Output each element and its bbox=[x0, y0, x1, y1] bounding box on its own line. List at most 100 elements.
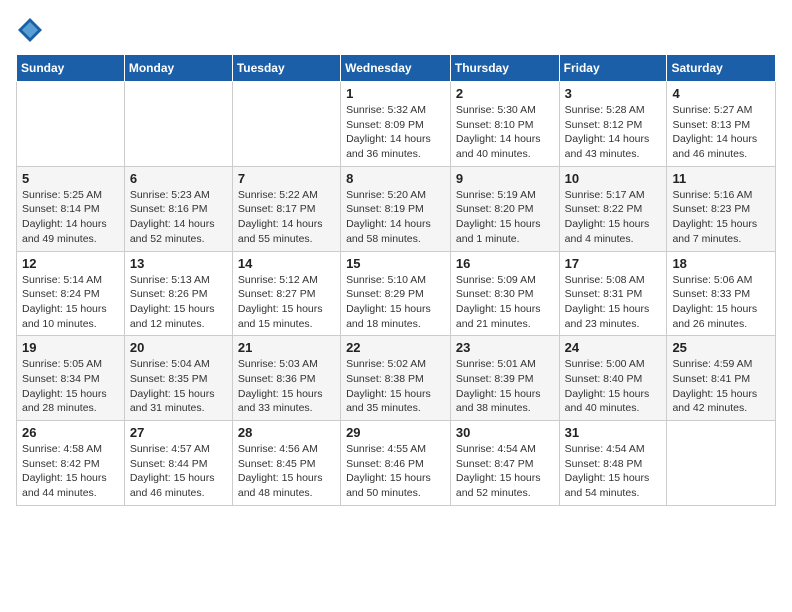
logo bbox=[16, 16, 48, 44]
day-info: Sunrise: 5:17 AMSunset: 8:22 PMDaylight:… bbox=[565, 188, 662, 247]
calendar-cell: 23 Sunrise: 5:01 AMSunset: 8:39 PMDayligh… bbox=[450, 336, 559, 421]
day-number: 21 bbox=[238, 340, 335, 355]
day-number: 23 bbox=[456, 340, 554, 355]
day-info: Sunrise: 5:03 AMSunset: 8:36 PMDaylight:… bbox=[238, 357, 335, 416]
calendar-header-row: SundayMondayTuesdayWednesdayThursdayFrid… bbox=[17, 55, 776, 82]
calendar-cell bbox=[124, 82, 232, 167]
calendar-cell: 6 Sunrise: 5:23 AMSunset: 8:16 PMDaylight… bbox=[124, 166, 232, 251]
day-number: 1 bbox=[346, 86, 445, 101]
calendar-cell: 9Sunrise: 5:19 AMSunset: 8:20 PMDaylight… bbox=[450, 166, 559, 251]
calendar-cell: 13 Sunrise: 5:13 AMSunset: 8:26 PMDayligh… bbox=[124, 251, 232, 336]
day-info: Sunrise: 4:56 AMSunset: 8:45 PMDaylight:… bbox=[238, 442, 335, 501]
day-header-sunday: Sunday bbox=[17, 55, 125, 82]
day-number: 17 bbox=[565, 256, 662, 271]
calendar-table: SundayMondayTuesdayWednesdayThursdayFrid… bbox=[16, 54, 776, 506]
day-number: 4 bbox=[672, 86, 770, 101]
calendar-week-row: 12 Sunrise: 5:14 AMSunset: 8:24 PMDayligh… bbox=[17, 251, 776, 336]
day-info: Sunrise: 5:22 AMSunset: 8:17 PMDaylight:… bbox=[238, 188, 335, 247]
calendar-cell: 8 Sunrise: 5:20 AMSunset: 8:19 PMDaylight… bbox=[341, 166, 451, 251]
day-info: Sunrise: 5:10 AMSunset: 8:29 PMDaylight:… bbox=[346, 273, 445, 332]
calendar-cell: 20Sunrise: 5:04 AMSunset: 8:35 PMDayligh… bbox=[124, 336, 232, 421]
day-info: Sunrise: 5:30 AMSunset: 8:10 PMDaylight:… bbox=[456, 103, 554, 162]
calendar-cell: 24 Sunrise: 5:00 AMSunset: 8:40 PMDayligh… bbox=[559, 336, 667, 421]
day-info: Sunrise: 5:05 AMSunset: 8:34 PMDaylight:… bbox=[22, 357, 119, 416]
calendar-week-row: 19 Sunrise: 5:05 AMSunset: 8:34 PMDayligh… bbox=[17, 336, 776, 421]
calendar-cell: 14 Sunrise: 5:12 AMSunset: 8:27 PMDayligh… bbox=[232, 251, 340, 336]
day-number: 24 bbox=[565, 340, 662, 355]
day-header-friday: Friday bbox=[559, 55, 667, 82]
day-number: 13 bbox=[130, 256, 227, 271]
calendar-cell: 12 Sunrise: 5:14 AMSunset: 8:24 PMDayligh… bbox=[17, 251, 125, 336]
day-info: Sunrise: 4:54 AMSunset: 8:48 PMDaylight:… bbox=[565, 442, 662, 501]
day-info: Sunrise: 5:00 AMSunset: 8:40 PMDaylight:… bbox=[565, 357, 662, 416]
day-info: Sunrise: 4:55 AMSunset: 8:46 PMDaylight:… bbox=[346, 442, 445, 501]
day-number: 5 bbox=[22, 171, 119, 186]
day-info: Sunrise: 5:16 AMSunset: 8:23 PMDaylight:… bbox=[672, 188, 770, 247]
calendar-cell: 5 Sunrise: 5:25 AMSunset: 8:14 PMDaylight… bbox=[17, 166, 125, 251]
day-info: Sunrise: 4:54 AMSunset: 8:47 PMDaylight:… bbox=[456, 442, 554, 501]
day-number: 9 bbox=[456, 171, 554, 186]
calendar-cell: 4 Sunrise: 5:27 AMSunset: 8:13 PMDaylight… bbox=[667, 82, 776, 167]
day-info: Sunrise: 5:01 AMSunset: 8:39 PMDaylight:… bbox=[456, 357, 554, 416]
day-info: Sunrise: 5:14 AMSunset: 8:24 PMDaylight:… bbox=[22, 273, 119, 332]
day-header-saturday: Saturday bbox=[667, 55, 776, 82]
calendar-cell: 7 Sunrise: 5:22 AMSunset: 8:17 PMDaylight… bbox=[232, 166, 340, 251]
calendar-week-row: 1 Sunrise: 5:32 AMSunset: 8:09 PMDaylight… bbox=[17, 82, 776, 167]
calendar-cell: 31 Sunrise: 4:54 AMSunset: 8:48 PMDayligh… bbox=[559, 421, 667, 506]
day-info: Sunrise: 5:32 AMSunset: 8:09 PMDaylight:… bbox=[346, 103, 445, 162]
calendar-week-row: 5 Sunrise: 5:25 AMSunset: 8:14 PMDaylight… bbox=[17, 166, 776, 251]
calendar-cell: 15 Sunrise: 5:10 AMSunset: 8:29 PMDayligh… bbox=[341, 251, 451, 336]
day-info: Sunrise: 5:08 AMSunset: 8:31 PMDaylight:… bbox=[565, 273, 662, 332]
calendar-cell: 25 Sunrise: 4:59 AMSunset: 8:41 PMDayligh… bbox=[667, 336, 776, 421]
day-header-thursday: Thursday bbox=[450, 55, 559, 82]
day-header-tuesday: Tuesday bbox=[232, 55, 340, 82]
day-info: Sunrise: 4:58 AMSunset: 8:42 PMDaylight:… bbox=[22, 442, 119, 501]
day-info: Sunrise: 5:13 AMSunset: 8:26 PMDaylight:… bbox=[130, 273, 227, 332]
day-info: Sunrise: 5:25 AMSunset: 8:14 PMDaylight:… bbox=[22, 188, 119, 247]
day-info: Sunrise: 5:23 AMSunset: 8:16 PMDaylight:… bbox=[130, 188, 227, 247]
day-number: 30 bbox=[456, 425, 554, 440]
day-number: 28 bbox=[238, 425, 335, 440]
day-number: 3 bbox=[565, 86, 662, 101]
day-info: Sunrise: 4:57 AMSunset: 8:44 PMDaylight:… bbox=[130, 442, 227, 501]
day-info: Sunrise: 5:20 AMSunset: 8:19 PMDaylight:… bbox=[346, 188, 445, 247]
calendar-cell: 28 Sunrise: 4:56 AMSunset: 8:45 PMDayligh… bbox=[232, 421, 340, 506]
day-info: Sunrise: 4:59 AMSunset: 8:41 PMDaylight:… bbox=[672, 357, 770, 416]
calendar-cell: 16 Sunrise: 5:09 AMSunset: 8:30 PMDayligh… bbox=[450, 251, 559, 336]
day-number: 26 bbox=[22, 425, 119, 440]
calendar-cell: 10Sunrise: 5:17 AMSunset: 8:22 PMDayligh… bbox=[559, 166, 667, 251]
logo-icon bbox=[16, 16, 44, 44]
calendar-cell: 27 Sunrise: 4:57 AMSunset: 8:44 PMDayligh… bbox=[124, 421, 232, 506]
day-number: 6 bbox=[130, 171, 227, 186]
day-info: Sunrise: 5:28 AMSunset: 8:12 PMDaylight:… bbox=[565, 103, 662, 162]
calendar-cell: 18Sunrise: 5:06 AMSunset: 8:33 PMDayligh… bbox=[667, 251, 776, 336]
calendar-cell: 22Sunrise: 5:02 AMSunset: 8:38 PMDayligh… bbox=[341, 336, 451, 421]
calendar-cell: 1 Sunrise: 5:32 AMSunset: 8:09 PMDaylight… bbox=[341, 82, 451, 167]
day-number: 27 bbox=[130, 425, 227, 440]
calendar-cell: 21 Sunrise: 5:03 AMSunset: 8:36 PMDayligh… bbox=[232, 336, 340, 421]
calendar-cell: 2Sunrise: 5:30 AMSunset: 8:10 PMDaylight… bbox=[450, 82, 559, 167]
calendar-cell: 17 Sunrise: 5:08 AMSunset: 8:31 PMDayligh… bbox=[559, 251, 667, 336]
day-number: 29 bbox=[346, 425, 445, 440]
day-number: 19 bbox=[22, 340, 119, 355]
day-info: Sunrise: 5:27 AMSunset: 8:13 PMDaylight:… bbox=[672, 103, 770, 162]
calendar-cell: 29 Sunrise: 4:55 AMSunset: 8:46 PMDayligh… bbox=[341, 421, 451, 506]
day-info: Sunrise: 5:09 AMSunset: 8:30 PMDaylight:… bbox=[456, 273, 554, 332]
day-number: 25 bbox=[672, 340, 770, 355]
calendar-cell: 3 Sunrise: 5:28 AMSunset: 8:12 PMDaylight… bbox=[559, 82, 667, 167]
day-number: 31 bbox=[565, 425, 662, 440]
day-number: 15 bbox=[346, 256, 445, 271]
day-info: Sunrise: 5:12 AMSunset: 8:27 PMDaylight:… bbox=[238, 273, 335, 332]
day-number: 7 bbox=[238, 171, 335, 186]
day-number: 22 bbox=[346, 340, 445, 355]
day-number: 8 bbox=[346, 171, 445, 186]
day-number: 14 bbox=[238, 256, 335, 271]
day-number: 12 bbox=[22, 256, 119, 271]
day-header-wednesday: Wednesday bbox=[341, 55, 451, 82]
page-header bbox=[16, 16, 776, 44]
day-number: 16 bbox=[456, 256, 554, 271]
day-number: 11 bbox=[672, 171, 770, 186]
calendar-cell: 11 Sunrise: 5:16 AMSunset: 8:23 PMDayligh… bbox=[667, 166, 776, 251]
day-header-monday: Monday bbox=[124, 55, 232, 82]
calendar-cell: 19 Sunrise: 5:05 AMSunset: 8:34 PMDayligh… bbox=[17, 336, 125, 421]
